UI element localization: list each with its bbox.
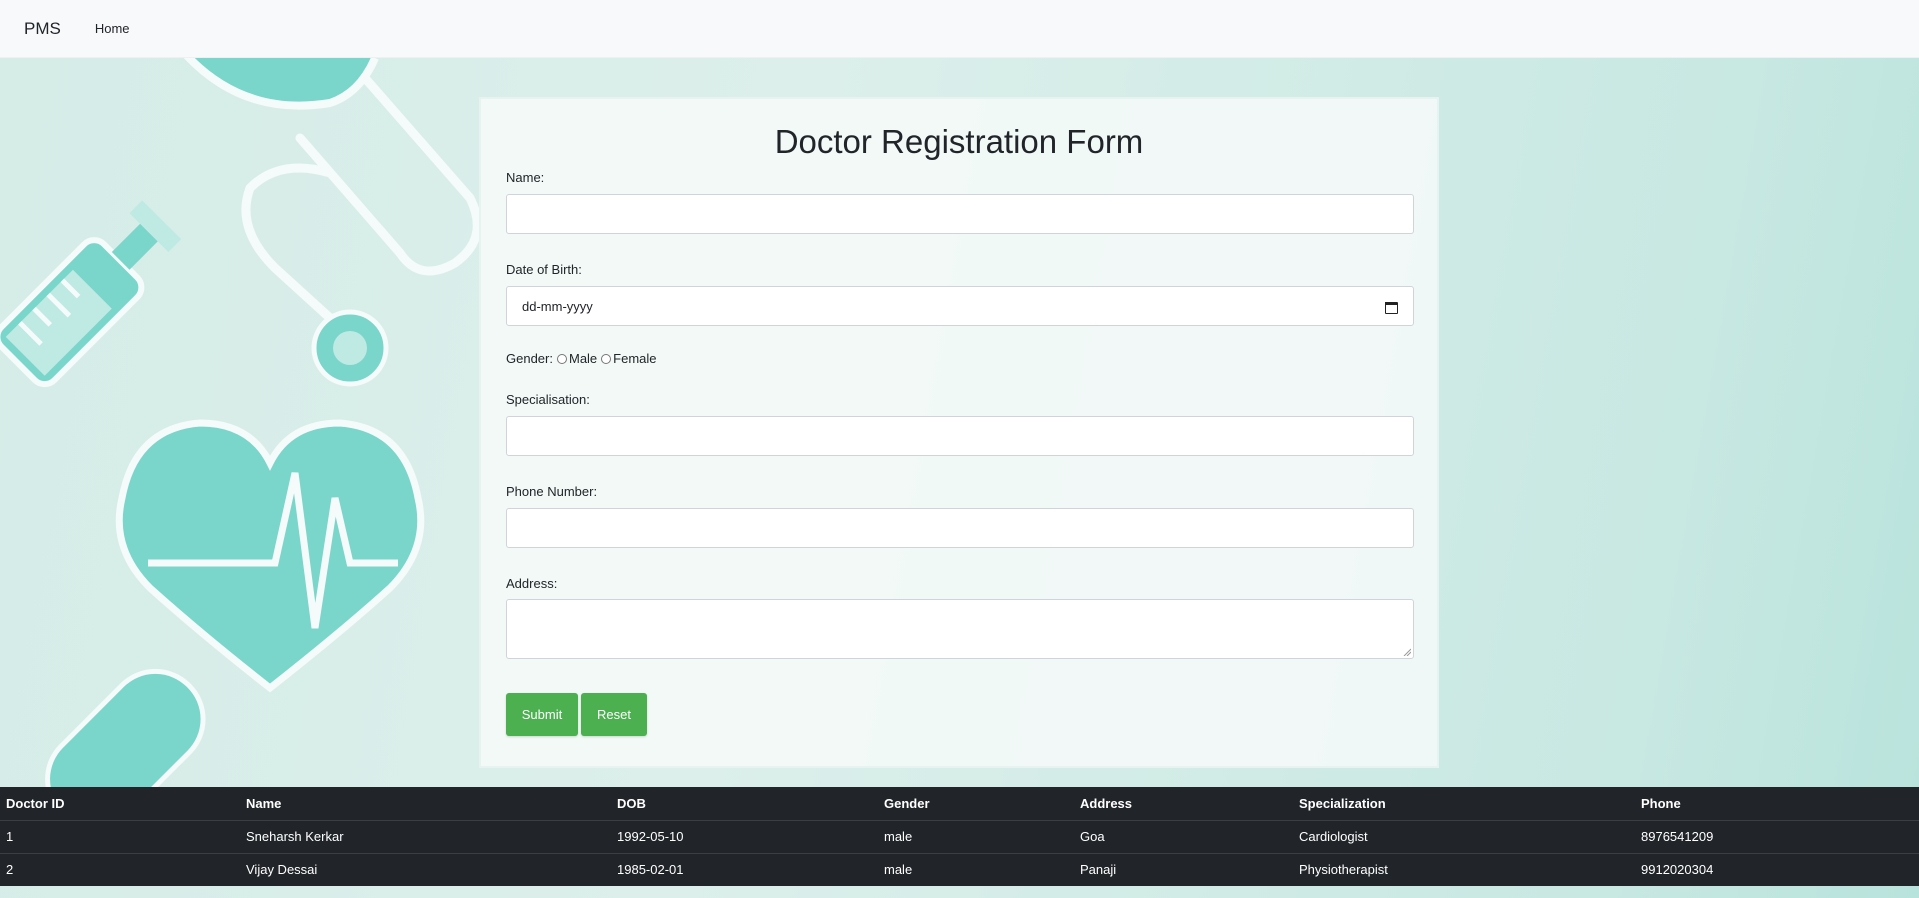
phone-label: Phone Number:: [506, 484, 598, 499]
col-doctor-id: Doctor ID: [0, 787, 240, 821]
cell-specialization: Physiotherapist: [1299, 862, 1388, 878]
calendar-icon[interactable]: [1384, 300, 1398, 314]
table-header-row: Doctor ID Name DOB Gender Address Specia…: [0, 787, 1919, 821]
navbar: PMS Home: [0, 0, 1919, 58]
cell-phone: 9912020304: [1641, 862, 1714, 878]
specialisation-label: Specialisation:: [506, 392, 590, 407]
gender-male-radio[interactable]: [556, 353, 567, 364]
dob-input[interactable]: dd-mm-yyyy: [506, 286, 1414, 326]
col-address: Address: [1074, 787, 1293, 821]
col-specialization: Specialization: [1293, 787, 1635, 821]
resize-grip-icon[interactable]: [1403, 648, 1411, 656]
cell-name: Vijay Dessai: [246, 862, 318, 878]
cell-address: Goa: [1074, 820, 1293, 854]
cell-doctor-id: 2: [6, 862, 14, 878]
specialisation-input[interactable]: [506, 416, 1414, 456]
address-textarea[interactable]: [506, 599, 1414, 659]
nav-home-link[interactable]: Home: [95, 21, 130, 36]
address-label: Address:: [506, 576, 558, 591]
gender-female-label[interactable]: Female: [613, 351, 656, 366]
cell-specialization: Cardiologist: [1293, 820, 1635, 854]
medical-illustration: [0, 58, 480, 830]
dob-label: Date of Birth:: [506, 262, 582, 277]
col-phone: Phone: [1635, 787, 1919, 821]
doctors-table: Doctor ID Name DOB Gender Address Specia…: [0, 787, 1919, 886]
registration-form: Doctor Registration Form Name: Date of B…: [479, 97, 1439, 768]
cell-gender: male: [884, 862, 913, 878]
gender-male-label[interactable]: Male: [569, 351, 597, 366]
col-name: Name: [240, 787, 611, 821]
table-row: 1 Sneharsh Kerkar 1992-05-10 male Goa Ca…: [0, 820, 1919, 854]
heart-pulse-icon: [115, 419, 425, 693]
name-label: Name:: [506, 170, 545, 185]
stethoscope-icon: [183, 58, 480, 387]
cell-doctor-id: 1: [0, 820, 240, 854]
syringe-icon: [0, 200, 182, 388]
form-title: Doctor Registration Form: [774, 123, 1144, 160]
submit-button[interactable]: Submit: [506, 693, 578, 736]
phone-input[interactable]: [506, 508, 1414, 548]
gender-label: Gender:: [506, 351, 553, 366]
cell-name: Sneharsh Kerkar: [240, 820, 611, 854]
gender-group: Gender: Male Female: [506, 351, 657, 366]
brand-link[interactable]: PMS: [24, 19, 61, 39]
dob-placeholder: dd-mm-yyyy: [522, 298, 593, 314]
cell-address: Panaji: [1080, 862, 1117, 878]
col-gender: Gender: [878, 787, 1074, 821]
cell-gender: male: [878, 820, 1074, 854]
cell-dob: 1985-02-01: [617, 862, 684, 878]
table-row: 2 Vijay Dessai 1985-02-01 male Panaji Ph…: [0, 853, 1919, 886]
cell-dob: 1992-05-10: [611, 820, 878, 854]
reset-button[interactable]: Reset: [581, 693, 647, 736]
col-dob: DOB: [611, 787, 878, 821]
gender-female-radio[interactable]: [601, 353, 612, 364]
cell-phone: 8976541209: [1635, 820, 1919, 854]
name-input[interactable]: [506, 194, 1414, 234]
